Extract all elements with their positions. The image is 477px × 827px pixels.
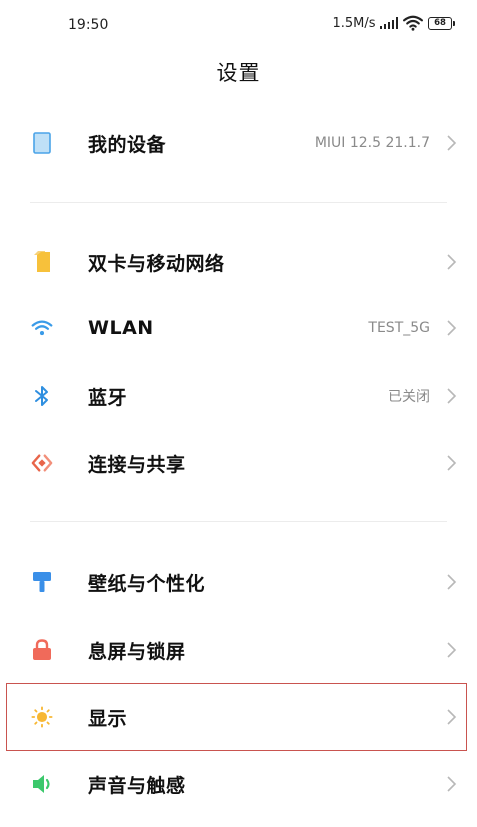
paint-brush-icon: [31, 571, 53, 593]
device-icon: [31, 132, 53, 154]
setting-label: 双卡与移动网络: [88, 252, 225, 275]
chevron-right-icon: [447, 135, 457, 151]
signal-icon: [379, 17, 398, 29]
wifi-status-icon: [403, 15, 423, 31]
setting-value: TEST_5G: [368, 320, 430, 336]
status-icons: 1.5M/s 68: [332, 15, 455, 31]
setting-connection-sharing[interactable]: 连接与共享: [0, 431, 477, 495]
chevron-right-icon: [447, 776, 457, 792]
share-icon: [31, 452, 53, 474]
page-title: 设置: [216, 61, 261, 85]
setting-label: 声音与触感: [88, 774, 186, 797]
lock-icon: [31, 639, 53, 661]
battery-icon: 68: [428, 16, 455, 30]
bluetooth-icon: [31, 385, 53, 407]
setting-lock-screen[interactable]: 息屏与锁屏: [0, 618, 477, 682]
setting-label: 息屏与锁屏: [88, 640, 186, 663]
setting-my-device[interactable]: 我的设备 MIUI 12.5 21.1.7: [0, 111, 477, 175]
chevron-right-icon: [447, 320, 457, 336]
chevron-right-icon: [447, 455, 457, 471]
highlight-box: [6, 683, 467, 751]
setting-value: 已关闭: [388, 389, 430, 405]
setting-bluetooth[interactable]: 蓝牙 已关闭: [0, 364, 477, 428]
setting-wlan[interactable]: WLAN TEST_5G: [0, 296, 477, 360]
wifi-icon: [31, 317, 53, 339]
setting-label: 连接与共享: [88, 453, 186, 476]
sim-card-icon: [31, 251, 53, 273]
chevron-right-icon: [447, 388, 457, 404]
section-divider: [30, 202, 447, 203]
network-speed: 1.5M/s: [332, 15, 376, 31]
status-time: 19:50: [68, 17, 109, 33]
setting-label: 我的设备: [88, 133, 167, 156]
speaker-icon: [31, 773, 53, 795]
chevron-right-icon: [447, 642, 457, 658]
setting-dual-sim[interactable]: 双卡与移动网络: [0, 230, 477, 294]
chevron-right-icon: [447, 574, 457, 590]
setting-label: 蓝牙: [88, 386, 128, 409]
setting-sound-haptics[interactable]: 声音与触感: [0, 752, 477, 816]
setting-wallpaper-personalization[interactable]: 壁纸与个性化: [0, 550, 477, 614]
setting-label: WLAN: [88, 317, 154, 339]
setting-value: MIUI 12.5 21.1.7: [314, 135, 430, 151]
setting-label: 壁纸与个性化: [88, 572, 206, 595]
chevron-right-icon: [447, 254, 457, 270]
battery-level: 68: [428, 16, 452, 30]
status-bar: 19:50 1.5M/s 68: [0, 0, 477, 52]
section-divider: [30, 521, 447, 522]
